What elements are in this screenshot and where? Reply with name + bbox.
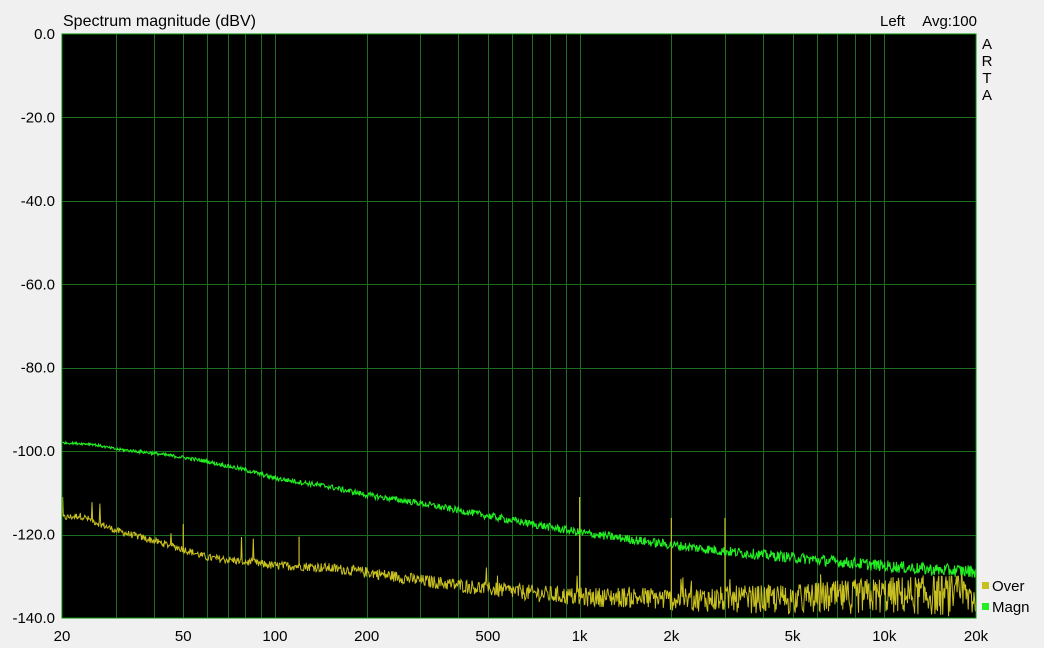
x-tick-label: 1k (572, 628, 588, 645)
brand-letter: R (982, 53, 993, 70)
brand-mark: A R T A (982, 36, 993, 104)
brand-letter: A (982, 87, 992, 104)
y-tick-label: -140.0 (12, 610, 55, 627)
x-tick-label: 20k (964, 628, 989, 645)
legend-swatch-magn (982, 603, 989, 610)
y-tick-label: 0.0 (34, 26, 55, 43)
legend-label-over: Over (992, 578, 1025, 595)
x-tick-label: 100 (262, 628, 287, 645)
x-axis-labels: 20 50 100 200 500 1k 2k 5k 10k 20k (54, 628, 989, 645)
x-tick-label: 200 (354, 628, 379, 645)
y-axis-labels: 0.0 -20.0 -40.0 -60.0 -80.0 -100.0 -120.0 -140.… (12, 26, 55, 627)
x-tick-label: 10k (872, 628, 897, 645)
legend-label-magn: Magn (992, 599, 1030, 616)
x-tick-label: 500 (475, 628, 500, 645)
chart-title: Spectrum magnitude (dBV) (63, 13, 256, 30)
x-tick-label: 50 (175, 628, 192, 645)
legend-swatch-over (982, 582, 989, 589)
y-tick-label: -100.0 (12, 443, 55, 460)
spectrum-chart: Spectrum magnitude (dBV) Left Avg:100 0.… (12, 13, 1030, 645)
x-tick-label: 20 (54, 628, 71, 645)
y-tick-label: -120.0 (12, 527, 55, 544)
avg-label: Avg:100 (922, 13, 977, 30)
y-tick-label: -60.0 (21, 276, 55, 293)
channel-label: Left (880, 13, 906, 30)
legend: Over Magn (982, 578, 1030, 616)
y-tick-label: -80.0 (21, 360, 55, 377)
brand-letter: T (982, 70, 991, 87)
y-tick-label: -20.0 (21, 109, 55, 126)
brand-letter: A (982, 36, 992, 53)
plot-area (62, 34, 976, 618)
x-tick-label: 5k (785, 628, 801, 645)
y-tick-label: -40.0 (21, 193, 55, 210)
x-tick-label: 2k (663, 628, 679, 645)
